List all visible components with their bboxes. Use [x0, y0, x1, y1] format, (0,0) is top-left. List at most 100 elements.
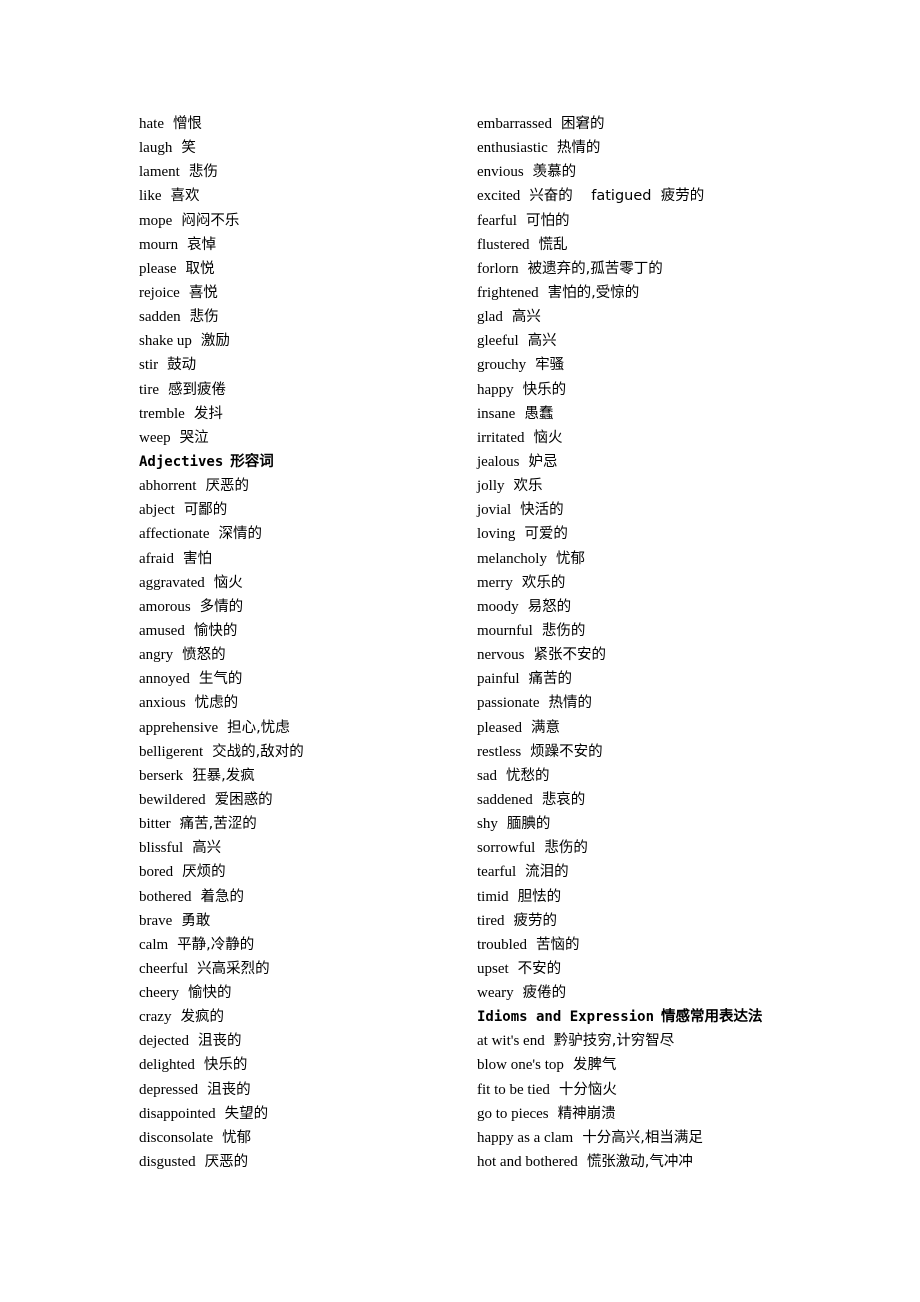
english-term: upset: [477, 960, 509, 977]
chinese-translation: 愤怒的: [182, 647, 226, 664]
english-term: Adjectives: [139, 453, 224, 470]
vocab-entry: bewildered 爱困惑的: [139, 788, 304, 812]
vocab-entry: anxious 忧虑的: [139, 691, 304, 715]
chinese-translation: 快乐的: [203, 1057, 248, 1074]
vocab-entry: disgusted 厌恶的: [139, 1150, 304, 1174]
english-term: disappointed: [139, 1105, 216, 1122]
chinese-translation: 厌恶的: [205, 478, 249, 495]
english-term: sorrowful: [477, 840, 536, 857]
vocab-entry: hate 憎恨: [139, 112, 304, 136]
english-term: glad: [477, 309, 503, 326]
section-heading: Adjectives 形容词: [139, 450, 304, 474]
english-term: rejoice: [139, 284, 180, 301]
vocab-entry: blissful 高兴: [139, 836, 304, 860]
chinese-translation: 失望的: [224, 1105, 269, 1122]
vocab-entry: happy as a clam 十分高兴,相当满足: [477, 1126, 763, 1150]
vocab-entry: envious 羡慕的: [477, 160, 763, 184]
english-term: stir: [139, 357, 159, 374]
english-term: annoyed: [139, 671, 190, 688]
vocab-entry: jealous 妒忌: [477, 450, 763, 474]
chinese-translation: 愚蠢: [524, 405, 554, 422]
english-term: amused: [139, 622, 185, 639]
english-term: disconsolate: [139, 1129, 214, 1146]
vocab-entry: fearful 可怕的: [477, 209, 763, 233]
english-term: irritated: [477, 429, 525, 446]
vocab-entry: moody 易怒的: [477, 595, 763, 619]
english-term: angry: [139, 647, 174, 664]
chinese-translation: 忧虑的: [194, 695, 239, 712]
english-term: merry: [477, 574, 513, 591]
chinese-translation: 兴奋的 fatigued 疲劳的: [529, 188, 705, 205]
chinese-translation: 哭泣: [179, 429, 209, 446]
chinese-translation: 腼腆的: [506, 816, 551, 833]
english-term: afraid: [139, 550, 174, 567]
right-column: embarrassed 困窘的 enthusiastic 热情的 envious 羡慕的 e…: [477, 112, 763, 1174]
vocab-entry: restless 烦躁不安的: [477, 740, 763, 764]
chinese-translation: 害怕的,受惊的: [547, 284, 640, 301]
english-term: passionate: [477, 695, 540, 712]
chinese-translation: 热情的: [548, 695, 592, 712]
english-term: bewildered: [139, 791, 206, 808]
vocab-entry: depressed 沮丧的: [139, 1078, 304, 1102]
chinese-translation: 精神崩溃: [557, 1105, 616, 1122]
chinese-translation: 易怒的: [527, 598, 572, 615]
vocab-entry: weary 疲倦的: [477, 981, 763, 1005]
vocab-entry: afraid 害怕: [139, 547, 304, 571]
english-term: loving: [477, 526, 516, 543]
chinese-translation: 勇敢: [181, 912, 211, 929]
vocab-entry: berserk 狂暴,发疯: [139, 764, 304, 788]
chinese-translation: 悲伤: [189, 309, 219, 326]
vocab-entry: apprehensive 担心,忧虑: [139, 716, 304, 740]
english-term: jolly: [477, 478, 505, 495]
chinese-translation: 喜悦: [188, 284, 218, 301]
vocab-entry: mourn 哀悼: [139, 233, 304, 257]
vocab-entry: tired 疲劳的: [477, 909, 763, 933]
section-heading: Idioms and Expression 情感常用表达法: [477, 1005, 763, 1029]
english-term: enthusiastic: [477, 140, 548, 157]
english-term: hot and bothered: [477, 1154, 578, 1171]
english-term: abject: [139, 502, 175, 519]
chinese-translation: 鼓动: [167, 357, 197, 374]
chinese-translation: 可爱的: [524, 526, 568, 543]
vocab-entry: mournful 悲伤的: [477, 619, 763, 643]
chinese-translation: 疲倦的: [522, 985, 567, 1002]
english-term: please: [139, 260, 177, 277]
english-term: sad: [477, 767, 497, 784]
english-term: envious: [477, 164, 524, 181]
chinese-translation: 慌乱: [538, 236, 568, 253]
vocab-entry: troubled 苦恼的: [477, 933, 763, 957]
english-term: saddened: [477, 791, 533, 808]
english-term: apprehensive: [139, 719, 219, 736]
chinese-translation: 厌恶的: [204, 1154, 249, 1171]
vocab-entry: jolly 欢乐: [477, 474, 763, 498]
chinese-translation: 着急的: [200, 888, 244, 905]
vocab-entry: blow one's top 发脾气: [477, 1053, 763, 1077]
chinese-translation: 忧郁: [222, 1129, 252, 1146]
vocab-entry: delighted 快乐的: [139, 1053, 304, 1077]
english-term: embarrassed: [477, 116, 552, 132]
english-term: tremble: [139, 405, 185, 422]
left-column: hate 憎恨 laugh 笑 lament 悲伤 like 喜欢 mope 闷闷不乐 mourn 哀…: [139, 112, 304, 1174]
vocab-entry: amused 愉快的: [139, 619, 304, 643]
english-term: go to pieces: [477, 1105, 549, 1122]
english-term: timid: [477, 888, 509, 905]
vocab-entry: melancholy 忧郁: [477, 547, 763, 571]
vocab-entry: mope 闷闷不乐: [139, 209, 304, 233]
vocab-entry: lament 悲伤: [139, 160, 304, 184]
vocab-entry: laugh 笑: [139, 136, 304, 160]
english-term: blow one's top: [477, 1057, 564, 1074]
chinese-translation: 喜欢: [170, 188, 200, 205]
chinese-translation: 憎恨: [172, 116, 202, 132]
chinese-translation: 热情的: [556, 140, 601, 157]
chinese-translation: 多情的: [199, 598, 244, 615]
chinese-translation: 恼火: [213, 574, 243, 591]
vocab-entry: grouchy 牢骚: [477, 353, 763, 377]
vocab-entry: like 喜欢: [139, 184, 304, 208]
english-term: cheery: [139, 985, 179, 1002]
vocab-entry: go to pieces 精神崩溃: [477, 1102, 763, 1126]
chinese-translation: 羡慕的: [532, 164, 577, 181]
chinese-translation: 沮丧的: [207, 1081, 251, 1098]
chinese-translation: 烦躁不安的: [530, 743, 603, 760]
chinese-translation: 担心,忧虑: [227, 719, 290, 736]
chinese-translation: 妒忌: [528, 453, 558, 470]
